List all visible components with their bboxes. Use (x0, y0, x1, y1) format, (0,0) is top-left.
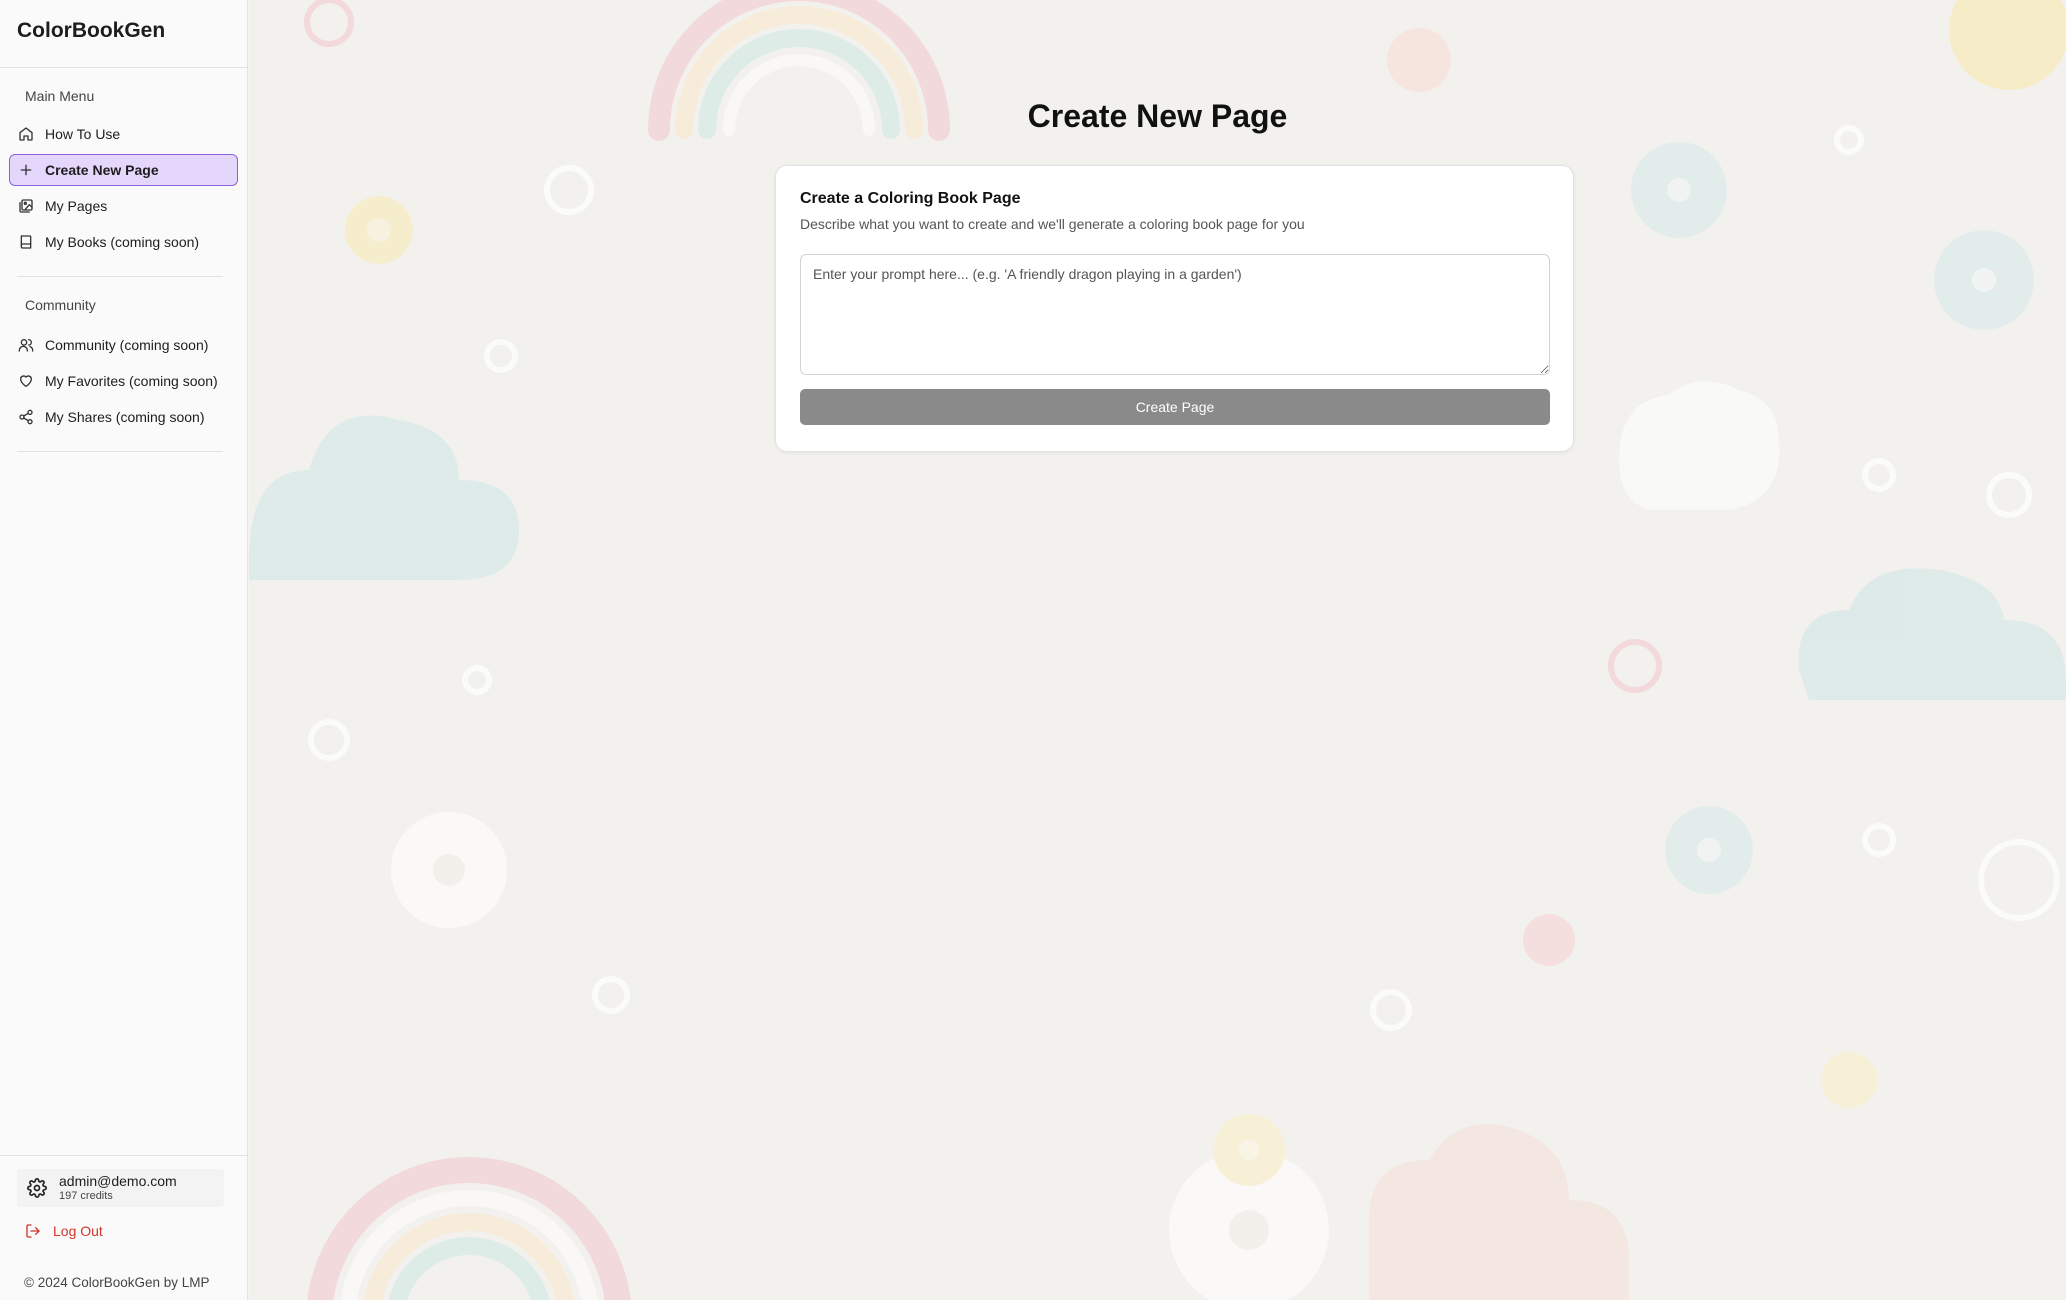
sidebar: ColorBookGen Main Menu How To Use Create… (0, 0, 248, 1300)
create-page-card: Create a Coloring Book Page Describe wha… (775, 165, 1574, 452)
community-label: Community (25, 297, 96, 313)
app-logo[interactable]: ColorBookGen (0, 0, 247, 68)
share-icon (18, 409, 34, 425)
sidebar-item-my-favorites[interactable]: My Favorites (coming soon) (9, 365, 238, 397)
sidebar-item-label: My Books (coming soon) (45, 234, 200, 250)
plus-icon (18, 162, 34, 178)
page-title: Create New Page (1027, 98, 1288, 134)
sidebar-item-my-pages[interactable]: My Pages (9, 190, 238, 222)
create-page-button[interactable]: Create Page (800, 389, 1550, 425)
logout-button[interactable]: Log Out (25, 1219, 248, 1243)
user-menu[interactable]: admin@demo.com 197 credits (17, 1169, 224, 1207)
home-icon (18, 126, 34, 142)
card-description: Describe what you want to create and we'… (800, 216, 1305, 232)
images-icon (18, 198, 34, 214)
sidebar-item-label: My Pages (45, 198, 108, 214)
sidebar-item-label: Community (coming soon) (45, 337, 209, 353)
sidebar-item-community[interactable]: Community (coming soon) (9, 329, 238, 361)
sidebar-divider (17, 451, 223, 452)
gear-icon[interactable] (27, 1178, 47, 1198)
main-content: Create New Page Create a Coloring Book P… (249, 0, 2066, 1300)
sidebar-item-my-books[interactable]: My Books (coming soon) (9, 226, 238, 258)
user-email: admin@demo.com (59, 1173, 177, 1189)
sidebar-item-label: How To Use (45, 126, 121, 142)
sidebar-item-my-shares[interactable]: My Shares (coming soon) (9, 401, 238, 433)
sidebar-item-label: My Favorites (coming soon) (45, 373, 218, 389)
logout-icon (26, 1224, 40, 1238)
user-info: admin@demo.com 197 credits (59, 1173, 177, 1203)
sidebar-item-how-to-use[interactable]: How To Use (9, 118, 238, 150)
prompt-input[interactable] (800, 254, 1550, 375)
sidebar-item-label: Create New Page (45, 162, 159, 178)
card-title: Create a Coloring Book Page (800, 190, 1021, 207)
sidebar-item-label: My Shares (coming soon) (45, 409, 205, 425)
book-icon (18, 234, 34, 250)
sidebar-item-create-new-page[interactable]: Create New Page (9, 154, 238, 186)
copyright: © 2024 ColorBookGen by LMP (24, 1275, 210, 1290)
sidebar-footer: admin@demo.com 197 credits Log Out © 202… (0, 1155, 248, 1300)
users-icon (18, 337, 34, 353)
logout-label: Log Out (53, 1223, 103, 1239)
main-menu-label: Main Menu (25, 88, 95, 104)
heart-icon (18, 373, 34, 389)
credits-count: 197 credits (59, 1190, 113, 1202)
